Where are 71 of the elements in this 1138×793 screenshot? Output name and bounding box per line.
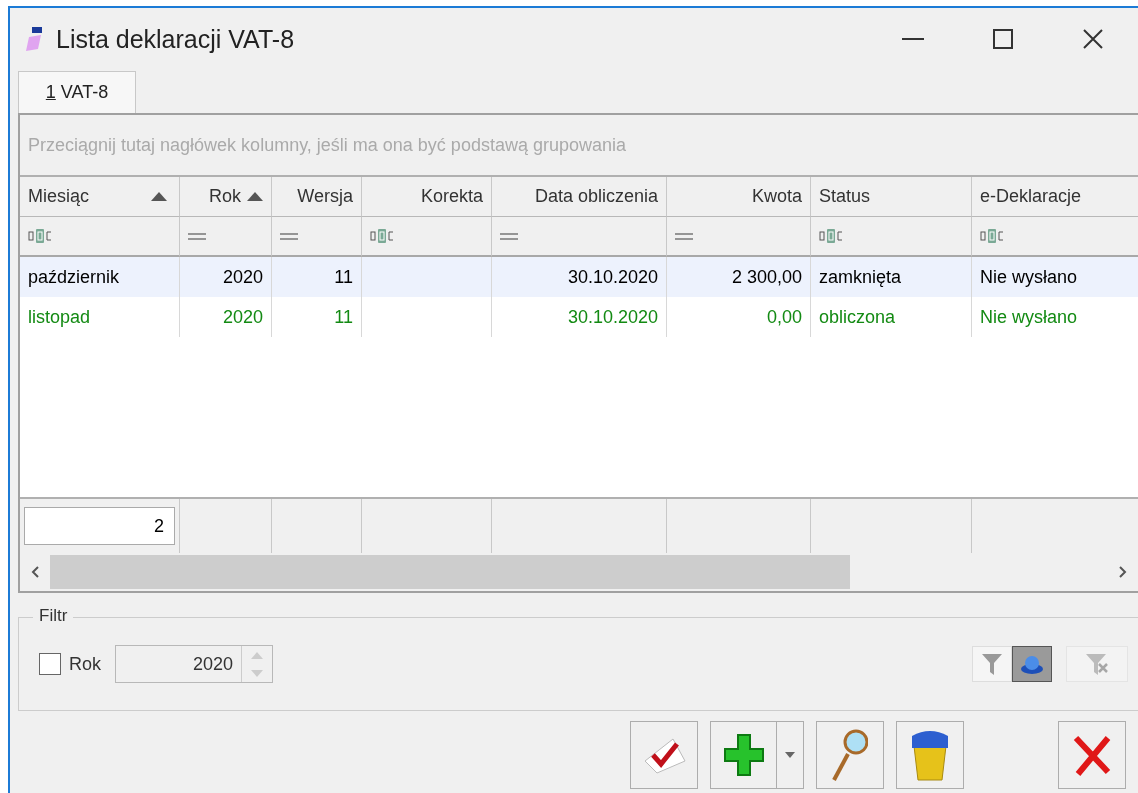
cancel-button[interactable] <box>1058 721 1126 789</box>
column-filter-cell[interactable] <box>20 217 180 257</box>
magnifier-button[interactable] <box>816 721 884 789</box>
equals-filter-icon <box>188 232 206 240</box>
checkbox-label: Rok <box>69 653 101 675</box>
checkbox[interactable] <box>39 653 61 675</box>
column-filter-cell[interactable] <box>180 217 272 257</box>
column-header[interactable]: e-Deklaracje <box>972 177 1138 217</box>
table-cell: 11 <box>334 306 353 328</box>
down-arrow-icon <box>251 669 263 677</box>
column-filter-cell[interactable] <box>362 217 492 257</box>
table-cell: 0,00 <box>766 306 802 328</box>
abc-filter-icon <box>980 229 1004 243</box>
tab[interactable]: 1 VAT-8 <box>18 71 136 113</box>
scrollbar-thumb[interactable] <box>50 555 850 589</box>
maximize-icon <box>993 29 1013 49</box>
table-cell: 11 <box>334 266 353 288</box>
column-filter-cell[interactable] <box>667 217 811 257</box>
row-count: 2 <box>24 507 175 545</box>
window-title: Lista deklaracji VAT-8 <box>56 24 296 54</box>
cross-icon <box>1072 734 1112 776</box>
up-arrow-icon <box>251 651 263 659</box>
trash-bin-icon <box>910 728 950 782</box>
funnel-clear-icon <box>1085 652 1109 676</box>
hat-icon <box>1020 653 1044 675</box>
table-row[interactable]: październik 2020 11 30.10.2020 2 300,00 zamknięta Nie wysłano <box>20 257 1138 297</box>
column-header[interactable]: Status <box>811 177 972 217</box>
trash-bin-button[interactable] <box>896 721 964 789</box>
year-spin-field[interactable]: 2020 <box>115 645 273 683</box>
table-cell: Nie wysłano <box>980 306 1078 328</box>
column-header[interactable]: Rok <box>180 177 272 217</box>
column-header[interactable]: Miesiąc <box>20 177 180 217</box>
equals-filter-icon <box>500 232 518 240</box>
group-by-hint: Przeciągnij tutaj nagłówek kolumny, jeśli ma ona być podstawą grupowania <box>20 115 1138 177</box>
column-filter-cell[interactable] <box>272 217 362 257</box>
plus-icon <box>722 733 765 777</box>
minimize-icon <box>902 38 924 40</box>
magnifier-icon <box>832 728 868 782</box>
abc-filter-icon <box>370 229 394 243</box>
add-button[interactable] <box>710 721 804 789</box>
approve-button[interactable] <box>630 721 698 789</box>
table-cell: 2020 <box>222 266 263 288</box>
close-icon <box>1083 29 1103 49</box>
chevron-left-icon <box>31 566 39 578</box>
table-cell: październik <box>28 266 120 288</box>
funnel-icon <box>981 652 1003 676</box>
abc-filter-icon <box>819 229 843 243</box>
table-cell: obliczona <box>819 306 896 328</box>
sort-ascending-icon <box>247 192 263 201</box>
equals-filter-icon <box>675 232 693 240</box>
column-header[interactable]: Data obliczenia <box>492 177 667 217</box>
table-cell: 2020 <box>222 306 263 328</box>
chevron-right-icon <box>1119 566 1127 578</box>
table-cell: Nie wysłano <box>980 266 1078 288</box>
filter-tool-button[interactable] <box>1012 646 1052 682</box>
table-cell: 2 300,00 <box>731 266 802 288</box>
abc-filter-icon <box>28 229 52 243</box>
table-cell: listopad <box>28 306 91 328</box>
column-header[interactable]: Kwota <box>667 177 811 217</box>
table-cell: 30.10.2020 <box>567 306 658 328</box>
column-filter-cell[interactable] <box>811 217 972 257</box>
table-cell: zamknięta <box>819 266 902 288</box>
dropdown-caret-icon <box>785 752 796 758</box>
table-cell: 30.10.2020 <box>567 266 658 288</box>
equals-filter-icon <box>280 232 298 240</box>
table-row[interactable]: listopad 2020 11 30.10.2020 0,00 obliczona Nie wysłano <box>20 297 1138 337</box>
column-header[interactable]: Korekta <box>362 177 492 217</box>
column-filter-cell[interactable] <box>972 217 1138 257</box>
sort-ascending-icon <box>151 192 167 201</box>
column-filter-cell[interactable] <box>492 217 667 257</box>
column-header[interactable]: Wersja <box>272 177 362 217</box>
